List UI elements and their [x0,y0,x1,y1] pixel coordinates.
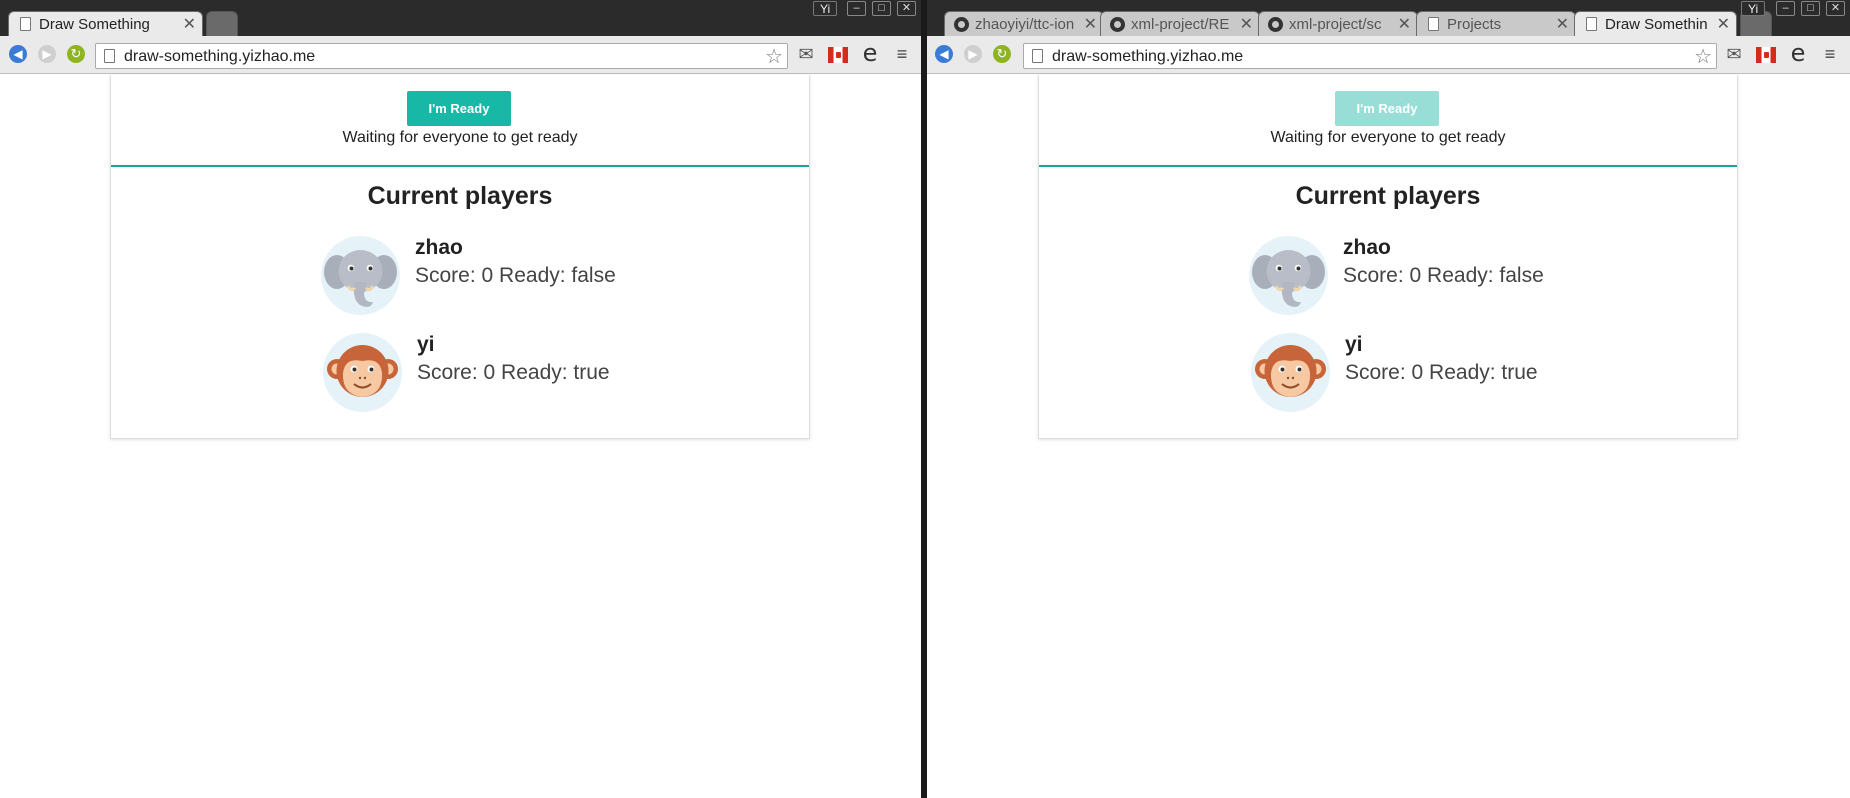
close-window-button[interactable]: ✕ [897,1,916,16]
players-heading: Current players [367,182,553,210]
tab-title: Projects [1447,16,1502,33]
game-card: I'm Ready Waiting for everyone to get re… [110,75,810,439]
monkey-icon [1251,333,1330,412]
minimize-button[interactable]: – [847,1,866,16]
tab-title: Draw Something [39,16,150,33]
page-icon [20,17,31,31]
mail-icon[interactable]: ✉ [1724,45,1744,63]
browser-window-left: Draw Something ✕ Yi – □ ✕ ◀ ▶ ↻ draw-som… [0,0,921,798]
address-bar[interactable]: draw-something.yizhao.me ☆ [95,43,788,69]
e-extension-icon[interactable]: e [860,41,880,65]
divider [1039,165,1737,167]
close-tab-icon[interactable]: ✕ [1398,14,1411,34]
maximize-button[interactable]: □ [872,1,891,16]
bookmark-star-icon[interactable]: ☆ [765,44,783,69]
profile-button[interactable]: Yi [813,1,838,16]
player-name: yi [417,333,435,356]
page-content: I'm Ready Waiting for everyone to get re… [0,75,921,798]
browser-toolbar: ◀ ▶ ↻ draw-something.yizhao.me ☆ ✉ e ≡ [0,36,921,74]
page-icon [1428,17,1439,31]
im-ready-button[interactable]: I'm Ready [407,91,511,126]
waiting-status: Waiting for everyone to get ready [1270,129,1506,146]
close-tab-icon[interactable]: ✕ [1556,14,1569,34]
divider [111,165,809,167]
game-card: I'm Ready Waiting for everyone to get re… [1038,75,1738,439]
page-icon [1032,49,1043,63]
player-name: yi [1345,333,1363,356]
e-extension-icon[interactable]: e [1788,41,1808,65]
player-item: zhao Score: 0 Ready: false [321,236,621,316]
github-icon [1110,17,1125,32]
page-icon [1586,17,1597,31]
browser-toolbar: ◀ ▶ ↻ draw-something.yizhao.me ☆ ✉ e ≡ [927,36,1850,74]
close-window-button[interactable]: ✕ [1826,1,1845,16]
page-icon [104,49,115,63]
profile-button[interactable]: Yi [1741,1,1766,16]
player-score: Score: 0 Ready: true [1345,361,1538,384]
player-score: Score: 0 Ready: true [417,361,610,384]
url-text: draw-something.yizhao.me [1052,48,1244,65]
browser-window-right: zhaoyiyi/ttc-ion ✕ xml-project/RE ✕ xml-… [927,0,1850,798]
forward-button[interactable]: ▶ [964,45,982,63]
page-content: I'm Ready Waiting for everyone to get re… [927,75,1850,798]
player-item: yi Score: 0 Ready: true [323,333,623,413]
close-tab-icon[interactable]: ✕ [1240,14,1253,34]
player-score: Score: 0 Ready: false [1343,264,1544,287]
menu-icon[interactable]: ≡ [1820,45,1840,63]
players-heading: Current players [1295,182,1481,210]
mail-icon[interactable]: ✉ [796,45,816,63]
tab-title: Draw Somethin [1605,16,1708,33]
close-tab-icon[interactable]: ✕ [1084,14,1097,34]
reload-button[interactable]: ↻ [993,45,1011,63]
im-ready-button[interactable]: I'm Ready [1335,91,1439,126]
tab-title: zhaoyiyi/ttc-ion [975,16,1075,33]
elephant-icon [321,236,400,315]
monkey-icon [323,333,402,412]
close-tab-icon[interactable]: ✕ [183,14,196,34]
reload-button[interactable]: ↻ [67,45,85,63]
bookmark-star-icon[interactable]: ☆ [1694,44,1712,69]
back-button[interactable]: ◀ [9,45,27,63]
tab-github-xml-project-sc[interactable]: xml-project/sc ✕ [1258,11,1418,36]
tab-draw-something[interactable]: Draw Somethin ✕ [1574,11,1737,36]
tab-github-ttc-ion[interactable]: zhaoyiyi/ttc-ion ✕ [944,11,1104,36]
player-name: zhao [1343,236,1391,259]
player-item: zhao Score: 0 Ready: false [1249,236,1549,316]
tab-github-xml-project-re[interactable]: xml-project/RE ✕ [1100,11,1260,36]
address-bar[interactable]: draw-something.yizhao.me ☆ [1023,43,1717,69]
back-button[interactable]: ◀ [935,45,953,63]
title-bar: zhaoyiyi/ttc-ion ✕ xml-project/RE ✕ xml-… [927,0,1850,36]
player-score: Score: 0 Ready: false [415,264,616,287]
menu-icon[interactable]: ≡ [892,45,912,63]
waiting-status: Waiting for everyone to get ready [342,129,578,146]
url-text: draw-something.yizhao.me [124,48,316,65]
tab-title: xml-project/RE [1131,16,1230,33]
github-icon [954,17,969,32]
new-tab-button[interactable] [206,11,238,36]
minimize-button[interactable]: – [1776,1,1795,16]
tab-title: xml-project/sc [1289,16,1382,33]
close-tab-icon[interactable]: ✕ [1717,14,1730,34]
tab-draw-something[interactable]: Draw Something ✕ [8,11,203,36]
canada-flag-icon[interactable] [1756,47,1776,63]
elephant-icon [1249,236,1328,315]
github-icon [1268,17,1283,32]
title-bar: Draw Something ✕ Yi – □ ✕ [0,0,921,36]
player-name: zhao [415,236,463,259]
player-item: yi Score: 0 Ready: true [1251,333,1551,413]
canada-flag-icon[interactable] [828,47,848,63]
maximize-button[interactable]: □ [1801,1,1820,16]
forward-button[interactable]: ▶ [38,45,56,63]
tab-projects[interactable]: Projects ✕ [1416,11,1576,36]
